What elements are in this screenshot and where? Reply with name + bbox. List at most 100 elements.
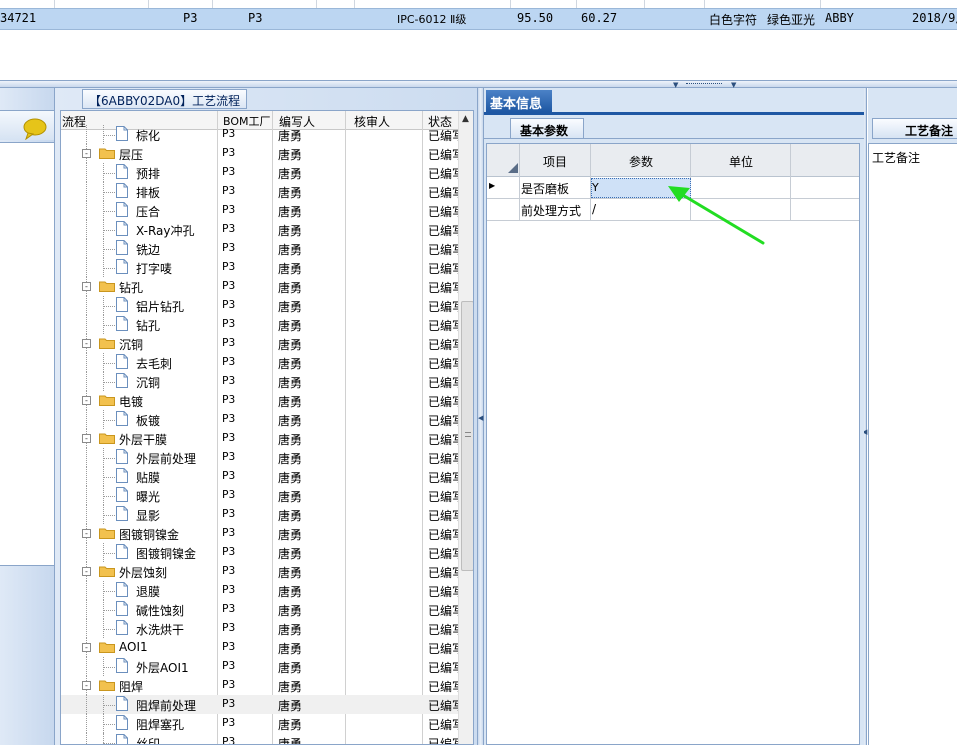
bom-factory-cell: P3 [222, 298, 236, 311]
tree-item-row[interactable]: 图镀铜镍金 P3 唐勇 已编写 [61, 543, 458, 562]
tree-item-row[interactable]: X-Ray冲孔 P3 唐勇 已编写 [61, 220, 458, 239]
bom-factory-cell: P3 [222, 621, 236, 634]
status-cell: 已编写 [428, 623, 458, 637]
record-id: 34721 [0, 11, 37, 25]
tree-item-row[interactable]: 丝印 P3 唐勇 已编写 [61, 733, 458, 745]
collapse-toggle-icon[interactable]: - [82, 529, 91, 538]
status-cell: 已编写 [428, 300, 458, 314]
tree-item-row[interactable]: 外层前处理 P3 唐勇 已编写 [61, 448, 458, 467]
tree-group-row[interactable]: - 钻孔 P3 唐勇 已编写 [61, 277, 458, 296]
tree-item-row[interactable]: 水洗烘干 P3 唐勇 已编写 [61, 619, 458, 638]
tree-node-label: 外层前处理 [136, 452, 197, 466]
collapse-toggle-icon[interactable]: - [82, 282, 91, 291]
process-flow-tab[interactable]: 【6ABBY02DA0】工艺流程 [82, 89, 248, 109]
writer-cell: 唐勇 [278, 452, 303, 466]
status-cell: 已编写 [428, 224, 458, 238]
bom-factory-cell: P3 [222, 184, 236, 197]
tab-basic-info[interactable]: 基本信息 [486, 90, 552, 112]
tree-group-row[interactable]: - 阻焊 P3 唐勇 已编写 [61, 676, 458, 695]
process-grid-scrollbar[interactable]: ▲ [458, 111, 473, 744]
param-value-cell[interactable]: / [592, 202, 596, 216]
tree-node-label: 碱性蚀刻 [136, 604, 185, 618]
tree-item-row[interactable]: 铝片钻孔 P3 唐勇 已编写 [61, 296, 458, 315]
collapse-toggle-icon[interactable]: - [82, 681, 91, 690]
collapse-left-icon[interactable]: ◀ [478, 414, 483, 422]
tree-item-row[interactable]: 显影 P3 唐勇 已编写 [61, 505, 458, 524]
tree-item-row[interactable]: 打字唛 P3 唐勇 已编写 [61, 258, 458, 277]
scroll-up-icon[interactable]: ▲ [462, 114, 469, 124]
tree-item-row[interactable]: 退膜 P3 唐勇 已编写 [61, 581, 458, 600]
tree-item-row[interactable]: 预排 P3 唐勇 已编写 [61, 163, 458, 182]
tree-item-row[interactable]: 铣边 P3 唐勇 已编写 [61, 239, 458, 258]
param-item-cell[interactable]: 前处理方式 [521, 202, 581, 219]
record-date: 2018/9/2 [912, 11, 957, 25]
writer-cell: 唐勇 [278, 395, 303, 409]
status-cell: 已编写 [428, 528, 458, 542]
writer-cell: 唐勇 [278, 699, 303, 713]
tree-node-label: 丝印 [136, 737, 161, 745]
tree-item-row[interactable]: 去毛刺 P3 唐勇 已编写 [61, 353, 458, 372]
scrollbar-thumb[interactable] [461, 301, 473, 571]
tree-group-row[interactable]: - 电镀 P3 唐勇 已编写 [61, 391, 458, 410]
bom-factory-cell: P3 [222, 697, 236, 710]
tree-item-row[interactable]: 曝光 P3 唐勇 已编写 [61, 486, 458, 505]
horizontal-splitter[interactable]: ▼ ▼ [0, 80, 957, 89]
column-header-param[interactable]: 参数 [629, 153, 653, 170]
tree-node-label: AOI1 [119, 640, 148, 654]
param-item-cell[interactable]: 是否磨板 [521, 180, 569, 197]
params-grid: 项目 参数 单位 ▶ 是否磨板 Y 前处理方式 / [486, 143, 860, 745]
column-header-unit[interactable]: 单位 [729, 153, 753, 170]
tree-item-row[interactable]: 阻焊前处理 P3 唐勇 已编写 [61, 695, 458, 714]
tree-node-label: 贴膜 [136, 471, 161, 485]
bom-factory-cell: P3 [222, 735, 236, 745]
tree-group-row[interactable]: - 外层蚀刻 P3 唐勇 已编写 [61, 562, 458, 581]
tree-item-row[interactable]: 阻焊塞孔 P3 唐勇 已编写 [61, 714, 458, 733]
status-cell: 已编写 [428, 452, 458, 466]
tree-node-label: 阻焊前处理 [136, 699, 197, 713]
tree-group-row[interactable]: - 图镀铜镍金 P3 唐勇 已编写 [61, 524, 458, 543]
collapse-toggle-icon[interactable]: - [82, 567, 91, 576]
tree-node-label: 沉铜 [119, 338, 144, 352]
tree-item-row[interactable]: 排板 P3 唐勇 已编写 [61, 182, 458, 201]
collapse-toggle-icon[interactable]: - [82, 339, 91, 348]
writer-cell: 唐勇 [278, 642, 303, 656]
status-cell: 已编写 [428, 585, 458, 599]
tree-item-row[interactable]: 沉铜 P3 唐勇 已编写 [61, 372, 458, 391]
writer-cell: 唐勇 [278, 281, 303, 295]
writer-cell: 唐勇 [278, 547, 303, 561]
status-cell: 已编写 [428, 319, 458, 333]
tree-node-label: 阻焊塞孔 [136, 718, 185, 732]
tree-item-row[interactable]: 钻孔 P3 唐勇 已编写 [61, 315, 458, 334]
record-spec: IPC-6012 Ⅱ级 [397, 13, 467, 26]
tab-process-notes[interactable]: 工艺备注 [872, 118, 957, 139]
bom-factory-cell: P3 [222, 716, 236, 729]
param-value-cell[interactable]: Y [592, 181, 599, 194]
collapse-toggle-icon[interactable]: - [82, 149, 91, 158]
comment-icon[interactable] [22, 118, 48, 140]
status-cell: 已编写 [428, 471, 458, 485]
tab-basic-params[interactable]: 基本参数 [510, 118, 584, 139]
status-cell: 已编写 [428, 509, 458, 523]
tree-group-row[interactable]: - 外层干膜 P3 唐勇 已编写 [61, 429, 458, 448]
collapse-toggle-icon[interactable]: - [82, 643, 91, 652]
tree-group-row[interactable]: - AOI1 P3 唐勇 已编写 [61, 638, 458, 657]
tree-item-row[interactable]: 棕化 P3 唐勇 已编写 [61, 125, 458, 144]
corner-indicator-icon [508, 163, 518, 173]
tree-group-row[interactable]: - 层压 P3 唐勇 已编写 [61, 144, 458, 163]
column-header-notes[interactable]: 工艺备注 [872, 149, 920, 166]
column-header-item[interactable]: 项目 [543, 153, 567, 170]
tree-item-row[interactable]: 压合 P3 唐勇 已编写 [61, 201, 458, 220]
collapse-toggle-icon[interactable]: - [82, 434, 91, 443]
bom-factory-cell: P3 [222, 203, 236, 216]
tree-item-row[interactable]: 板镀 P3 唐勇 已编写 [61, 410, 458, 429]
writer-cell: 唐勇 [278, 243, 303, 257]
splitter-grip[interactable] [686, 83, 722, 86]
process-tree-grid: 流程 BOM工厂 编写人 核审人 状态 棕化P3唐勇已编写-层压P3唐勇已编写预… [60, 110, 474, 745]
vertical-splitter[interactable]: ◀ [477, 88, 484, 745]
top-record-row[interactable]: 34721 P3 P3 IPC-6012 Ⅱ级 95.50 60.27 白色字符… [0, 0, 957, 30]
tree-item-row[interactable]: 贴膜 P3 唐勇 已编写 [61, 467, 458, 486]
tree-item-row[interactable]: 外层AOI1 P3 唐勇 已编写 [61, 657, 458, 676]
collapse-toggle-icon[interactable]: - [82, 396, 91, 405]
tree-group-row[interactable]: - 沉铜 P3 唐勇 已编写 [61, 334, 458, 353]
tree-item-row[interactable]: 碱性蚀刻 P3 唐勇 已编写 [61, 600, 458, 619]
